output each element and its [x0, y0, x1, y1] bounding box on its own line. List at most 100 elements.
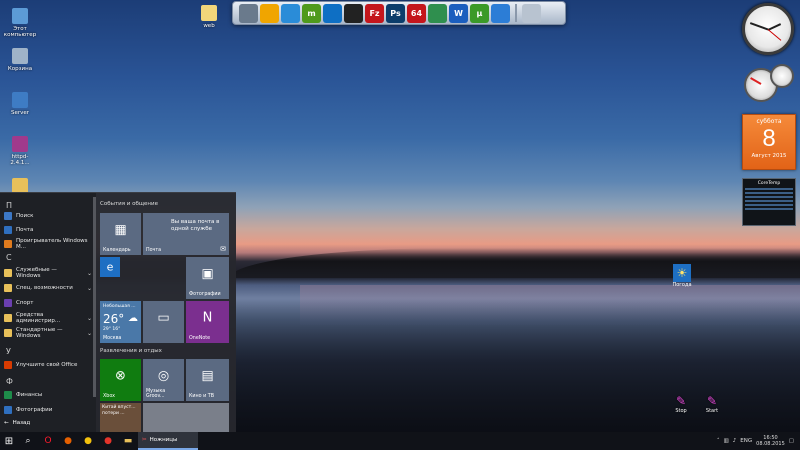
photo-icon: ▣ [201, 266, 214, 282]
app-list-item-label: Стандартные — Windows [16, 327, 63, 339]
notepad-dock-icon[interactable] [428, 3, 447, 23]
clock-second-hand [767, 29, 782, 41]
desktop-shortcut[interactable]: Корзина [3, 48, 37, 72]
tile-photos[interactable]: ▣ Фотографии [186, 257, 229, 299]
web-folder-icon [201, 5, 217, 21]
app-search[interactable]: Поиск [4, 210, 92, 222]
network-icon[interactable]: ▥ [724, 438, 729, 444]
archive-icon [12, 136, 28, 152]
cpu-meter-gadget[interactable] [744, 64, 796, 108]
desktop-shortcut[interactable]: web [192, 5, 226, 29]
desktop-shortcut-label: Корзина [7, 66, 33, 72]
weather-desktop-shortcut[interactable]: ☀ Погода [671, 264, 693, 288]
mhotspot-dock-icon[interactable]: m [302, 3, 321, 23]
coretemp-bar [745, 208, 793, 210]
app-dock-icon[interactable] [491, 3, 510, 23]
stop-shortcut[interactable]: ✎ Stop [671, 394, 691, 414]
chevron-up-icon[interactable]: ˄ [717, 438, 720, 444]
desktop-shortcut[interactable]: Этот компьютер [3, 8, 37, 38]
photoshop-dock-icon[interactable]: Ps [386, 3, 405, 23]
tile-movies-tv[interactable]: ▤ Кино и ТВ [186, 359, 229, 401]
desktop-shortcut[interactable]: Server [3, 92, 37, 116]
coretemp-bar [745, 192, 793, 194]
filezilla-dock-icon[interactable]: Fz [365, 3, 384, 23]
app-list-letter-header[interactable]: У [6, 347, 11, 356]
back-button-label: Назад [12, 420, 31, 426]
tile-label: Почта [146, 248, 162, 253]
tile-label: Xbox [103, 394, 115, 399]
app-photos[interactable]: Фотографии [4, 404, 92, 416]
volume-icon[interactable]: ♪ [733, 438, 737, 444]
desktop-shortcut-label: Этот компьютер [3, 26, 37, 38]
tile-news[interactable]: Китай впуст... потери ... [100, 403, 141, 433]
clock-gadget[interactable] [742, 3, 794, 55]
app-office[interactable]: Улучшите свой Office [4, 359, 92, 371]
calendar-day: 8 [762, 125, 776, 152]
aimp-dock-icon[interactable] [260, 3, 279, 23]
stop-shortcut-label: Stop [675, 408, 687, 414]
app-icon [4, 212, 12, 220]
aida64-dock-icon[interactable]: 64 [407, 3, 426, 23]
weather-forecast: Небольшая ... [103, 304, 136, 309]
chevron-down-icon[interactable]: ⌄ [87, 270, 92, 277]
explorer-taskbar-icon[interactable]: ▬ [118, 432, 138, 450]
app-list-item-label: Почта [16, 227, 34, 233]
coretemp-gadget[interactable]: CoreTemp [742, 178, 796, 226]
taskbar-active-app[interactable]: ✂ Ножницы [138, 432, 198, 450]
notifications-icon[interactable]: ▢ [789, 438, 794, 444]
software-dock-icon[interactable] [281, 3, 300, 23]
tile-edge[interactable]: e [100, 257, 120, 277]
back-button[interactable]: ← Назад [4, 420, 30, 426]
calendar-icon: ▦ [114, 222, 127, 238]
tile-calendar[interactable]: ▦ Календарь [100, 213, 141, 255]
explorer-dock-icon[interactable] [239, 3, 258, 23]
app-list-letter-header[interactable]: С [6, 253, 12, 262]
tile-onenote[interactable]: N OneNote [186, 301, 229, 343]
chevron-down-icon[interactable]: ⌄ [87, 285, 92, 292]
folder-windows-accessories[interactable]: Стандартные — Windows ⌄ [4, 327, 92, 339]
video-dock-icon[interactable] [344, 3, 363, 23]
opera-taskbar-icon[interactable]: O [38, 432, 58, 450]
firefox-taskbar-icon[interactable]: ● [58, 432, 78, 450]
weather-temperature: 26° [103, 312, 125, 326]
taskbar-clock[interactable]: 16:50 08.08.2015 [756, 435, 785, 447]
app-list-scrollbar[interactable] [93, 197, 96, 397]
tile-image[interactable] [143, 403, 229, 433]
desktop-shortcut-label: httpd-2.4.1... [10, 154, 30, 166]
folder-windows-tools[interactable]: Служебные — Windows ⌄ [4, 267, 92, 279]
weather-range: 29° 16° [103, 327, 121, 332]
desktop-shortcut[interactable]: httpd-2.4.1... [3, 136, 37, 166]
chevron-down-icon[interactable]: ⌄ [87, 330, 92, 337]
app-sport[interactable]: Спорт [4, 297, 92, 309]
tile-groove-music[interactable]: ◎ Музыка Groov... [143, 359, 184, 401]
app-list-letter-header[interactable]: П [6, 201, 12, 210]
utorrent-dock-icon[interactable]: µ [470, 3, 489, 23]
tile-weather[interactable]: Небольшая ... 26° 29° 16° ☁ Москва [100, 301, 141, 343]
app-finance[interactable]: Финансы [4, 389, 92, 401]
mail-icon: ✉ [220, 245, 226, 253]
clapper-icon: ▤ [201, 368, 214, 384]
start-shortcut[interactable]: ✎ Start [702, 394, 722, 414]
search-taskbar-icon[interactable]: ⌕ [18, 432, 38, 450]
app-list-item-label: Фотографии [16, 407, 53, 413]
news-headline: Китай впуст... потери ... [102, 405, 136, 416]
yandex-taskbar-icon[interactable]: ● [98, 432, 118, 450]
language-indicator[interactable]: ENG [740, 438, 752, 444]
folder-admin-tools[interactable]: Средства администрир... ⌄ [4, 312, 92, 324]
start-shortcut-icon: ✎ [706, 394, 718, 408]
app-media-player[interactable]: Проигрыватель Windows M... [4, 238, 92, 250]
folder-accessibility[interactable]: Спец. возможности ⌄ [4, 282, 92, 294]
tile-mail[interactable]: Вы ваша почта в одной службе Почта ✉ [143, 213, 229, 255]
start-button[interactable]: ⊞ [0, 432, 18, 450]
app-mail[interactable]: Почта [4, 224, 92, 236]
word-dock-icon[interactable]: W [449, 3, 468, 23]
teamviewer-dock-icon[interactable] [323, 3, 342, 23]
chevron-down-icon[interactable]: ⌄ [87, 315, 92, 322]
calendar-gadget[interactable]: суббота 8 Август 2015 [742, 114, 796, 170]
app-list-letter-header[interactable]: Ф [6, 377, 13, 386]
tile-connect[interactable]: ▭ [143, 301, 184, 343]
tile-xbox[interactable]: ⊗ Xbox [100, 359, 141, 401]
chrome-taskbar-icon[interactable]: ● [78, 432, 98, 450]
app-icon [4, 361, 12, 369]
trash-dock-icon[interactable] [522, 3, 541, 23]
